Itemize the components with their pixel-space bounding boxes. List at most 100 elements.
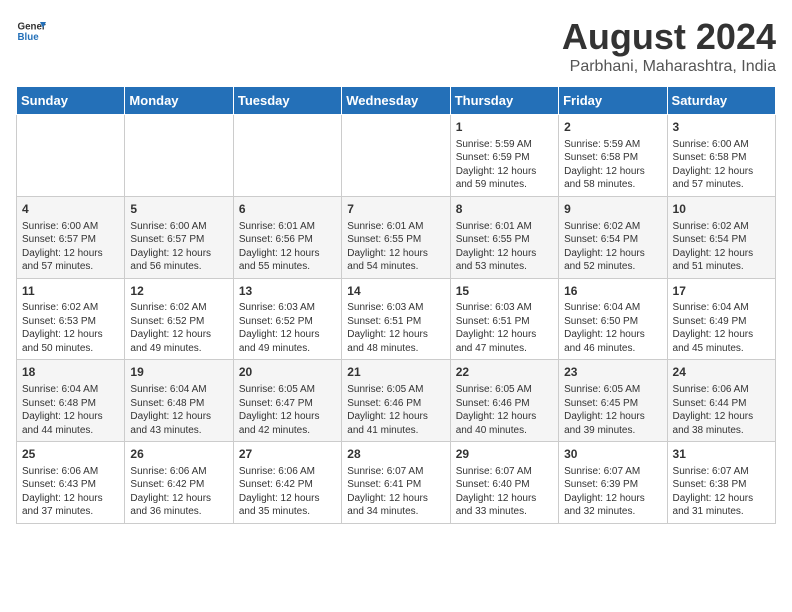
calendar-cell: 13Sunrise: 6:03 AM Sunset: 6:52 PM Dayli… xyxy=(233,278,341,360)
day-number: 11 xyxy=(22,283,119,300)
calendar-cell: 29 Sunrise: 6:07 AM Sunset: 6:40 PM Dayli… xyxy=(450,442,558,524)
day-info: Sunrise: 5:59 AM Sunset: 6:59 PM Dayligh… xyxy=(456,138,553,192)
page-header: General Blue August 2024 Parbhani, Mahar… xyxy=(16,16,776,76)
day-number: 21 xyxy=(347,364,444,381)
day-number: 22 xyxy=(456,364,553,381)
calendar-cell: 26 Sunrise: 6:06 AM Sunset: 6:42 PM Dayli… xyxy=(125,442,233,524)
calendar-cell: 19 Sunrise: 6:04 AM Sunset: 6:48 PM Dayli… xyxy=(125,360,233,442)
calendar-cell: 18 Sunrise: 6:04 AM Sunset: 6:48 PM Dayli… xyxy=(17,360,125,442)
calendar-cell: 21 Sunrise: 6:05 AM Sunset: 6:46 PM Dayli… xyxy=(342,360,450,442)
day-number: 5 xyxy=(130,201,227,218)
day-info: Sunrise: 6:06 AM Sunset: 6:42 PM Dayligh… xyxy=(239,465,336,519)
calendar-cell: 16Sunrise: 6:04 AM Sunset: 6:50 PM Dayli… xyxy=(559,278,667,360)
day-info: Sunrise: 6:07 AM Sunset: 6:39 PM Dayligh… xyxy=(564,465,661,519)
calendar-header-monday: Monday xyxy=(125,87,233,115)
calendar-cell: 12Sunrise: 6:02 AM Sunset: 6:52 PM Dayli… xyxy=(125,278,233,360)
calendar-cell xyxy=(233,115,341,197)
day-info: Sunrise: 6:02 AM Sunset: 6:54 PM Dayligh… xyxy=(564,220,661,274)
calendar-week-row: 11Sunrise: 6:02 AM Sunset: 6:53 PM Dayli… xyxy=(17,278,776,360)
calendar-header-row: SundayMondayTuesdayWednesdayThursdayFrid… xyxy=(17,87,776,115)
day-number: 20 xyxy=(239,364,336,381)
day-number: 14 xyxy=(347,283,444,300)
logo-icon: General Blue xyxy=(16,16,46,46)
day-number: 2 xyxy=(564,119,661,136)
calendar-header-saturday: Saturday xyxy=(667,87,775,115)
day-info: Sunrise: 6:01 AM Sunset: 6:56 PM Dayligh… xyxy=(239,220,336,274)
calendar-cell: 14Sunrise: 6:03 AM Sunset: 6:51 PM Dayli… xyxy=(342,278,450,360)
day-info: Sunrise: 6:05 AM Sunset: 6:46 PM Dayligh… xyxy=(456,383,553,437)
day-info: Sunrise: 6:05 AM Sunset: 6:45 PM Dayligh… xyxy=(564,383,661,437)
day-number: 19 xyxy=(130,364,227,381)
day-info: Sunrise: 6:01 AM Sunset: 6:55 PM Dayligh… xyxy=(456,220,553,274)
day-info: Sunrise: 5:59 AM Sunset: 6:58 PM Dayligh… xyxy=(564,138,661,192)
day-number: 6 xyxy=(239,201,336,218)
calendar-week-row: 4 Sunrise: 6:00 AM Sunset: 6:57 PM Daylig… xyxy=(17,196,776,278)
calendar-cell: 24 Sunrise: 6:06 AM Sunset: 6:44 PM Dayli… xyxy=(667,360,775,442)
day-number: 9 xyxy=(564,201,661,218)
day-number: 12 xyxy=(130,283,227,300)
day-info: Sunrise: 6:02 AM Sunset: 6:52 PM Dayligh… xyxy=(130,301,227,355)
calendar-header-tuesday: Tuesday xyxy=(233,87,341,115)
day-info: Sunrise: 6:07 AM Sunset: 6:40 PM Dayligh… xyxy=(456,465,553,519)
calendar-week-row: 18 Sunrise: 6:04 AM Sunset: 6:48 PM Dayli… xyxy=(17,360,776,442)
day-number: 26 xyxy=(130,446,227,463)
calendar-cell: 23 Sunrise: 6:05 AM Sunset: 6:45 PM Dayli… xyxy=(559,360,667,442)
day-info: Sunrise: 6:01 AM Sunset: 6:55 PM Dayligh… xyxy=(347,220,444,274)
calendar-cell: 30Sunrise: 6:07 AM Sunset: 6:39 PM Dayli… xyxy=(559,442,667,524)
day-info: Sunrise: 6:07 AM Sunset: 6:41 PM Dayligh… xyxy=(347,465,444,519)
day-info: Sunrise: 6:03 AM Sunset: 6:51 PM Dayligh… xyxy=(347,301,444,355)
calendar-cell: 3Sunrise: 6:00 AM Sunset: 6:58 PM Daylig… xyxy=(667,115,775,197)
day-info: Sunrise: 6:02 AM Sunset: 6:54 PM Dayligh… xyxy=(673,220,770,274)
day-number: 27 xyxy=(239,446,336,463)
day-info: Sunrise: 6:06 AM Sunset: 6:42 PM Dayligh… xyxy=(130,465,227,519)
day-number: 4 xyxy=(22,201,119,218)
day-info: Sunrise: 6:00 AM Sunset: 6:57 PM Dayligh… xyxy=(130,220,227,274)
day-info: Sunrise: 6:06 AM Sunset: 6:43 PM Dayligh… xyxy=(22,465,119,519)
day-number: 29 xyxy=(456,446,553,463)
calendar-cell: 1 Sunrise: 5:59 AM Sunset: 6:59 PM Daylig… xyxy=(450,115,558,197)
calendar-cell xyxy=(125,115,233,197)
day-info: Sunrise: 6:00 AM Sunset: 6:58 PM Dayligh… xyxy=(673,138,770,192)
day-number: 7 xyxy=(347,201,444,218)
calendar-cell: 31Sunrise: 6:07 AM Sunset: 6:38 PM Dayli… xyxy=(667,442,775,524)
day-info: Sunrise: 6:04 AM Sunset: 6:49 PM Dayligh… xyxy=(673,301,770,355)
calendar-cell: 27 Sunrise: 6:06 AM Sunset: 6:42 PM Dayli… xyxy=(233,442,341,524)
day-info: Sunrise: 6:00 AM Sunset: 6:57 PM Dayligh… xyxy=(22,220,119,274)
day-info: Sunrise: 6:04 AM Sunset: 6:50 PM Dayligh… xyxy=(564,301,661,355)
day-number: 31 xyxy=(673,446,770,463)
calendar-header-sunday: Sunday xyxy=(17,87,125,115)
day-info: Sunrise: 6:05 AM Sunset: 6:46 PM Dayligh… xyxy=(347,383,444,437)
day-number: 13 xyxy=(239,283,336,300)
day-number: 25 xyxy=(22,446,119,463)
title-block: August 2024 Parbhani, Maharashtra, India xyxy=(562,16,776,76)
calendar-cell: 11Sunrise: 6:02 AM Sunset: 6:53 PM Dayli… xyxy=(17,278,125,360)
calendar-cell: 5 Sunrise: 6:00 AM Sunset: 6:57 PM Daylig… xyxy=(125,196,233,278)
calendar-cell: 22 Sunrise: 6:05 AM Sunset: 6:46 PM Dayli… xyxy=(450,360,558,442)
calendar-cell: 28 Sunrise: 6:07 AM Sunset: 6:41 PM Dayli… xyxy=(342,442,450,524)
calendar-cell: 2 Sunrise: 5:59 AM Sunset: 6:58 PM Daylig… xyxy=(559,115,667,197)
calendar-cell: 8Sunrise: 6:01 AM Sunset: 6:55 PM Daylig… xyxy=(450,196,558,278)
calendar-cell: 25 Sunrise: 6:06 AM Sunset: 6:43 PM Dayli… xyxy=(17,442,125,524)
day-info: Sunrise: 6:04 AM Sunset: 6:48 PM Dayligh… xyxy=(22,383,119,437)
calendar-week-row: 25 Sunrise: 6:06 AM Sunset: 6:43 PM Dayli… xyxy=(17,442,776,524)
page-title: August 2024 xyxy=(562,16,776,58)
calendar-table: SundayMondayTuesdayWednesdayThursdayFrid… xyxy=(16,86,776,524)
day-number: 1 xyxy=(456,119,553,136)
calendar-cell: 17Sunrise: 6:04 AM Sunset: 6:49 PM Dayli… xyxy=(667,278,775,360)
day-number: 18 xyxy=(22,364,119,381)
day-number: 15 xyxy=(456,283,553,300)
day-number: 28 xyxy=(347,446,444,463)
calendar-cell xyxy=(17,115,125,197)
calendar-week-row: 1 Sunrise: 5:59 AM Sunset: 6:59 PM Daylig… xyxy=(17,115,776,197)
day-number: 24 xyxy=(673,364,770,381)
calendar-cell: 10 Sunrise: 6:02 AM Sunset: 6:54 PM Dayli… xyxy=(667,196,775,278)
calendar-cell: 20Sunrise: 6:05 AM Sunset: 6:47 PM Dayli… xyxy=(233,360,341,442)
calendar-cell xyxy=(342,115,450,197)
logo: General Blue xyxy=(16,16,46,46)
day-info: Sunrise: 6:06 AM Sunset: 6:44 PM Dayligh… xyxy=(673,383,770,437)
day-number: 23 xyxy=(564,364,661,381)
day-number: 10 xyxy=(673,201,770,218)
day-number: 17 xyxy=(673,283,770,300)
day-info: Sunrise: 6:04 AM Sunset: 6:48 PM Dayligh… xyxy=(130,383,227,437)
calendar-cell: 7 Sunrise: 6:01 AM Sunset: 6:55 PM Daylig… xyxy=(342,196,450,278)
